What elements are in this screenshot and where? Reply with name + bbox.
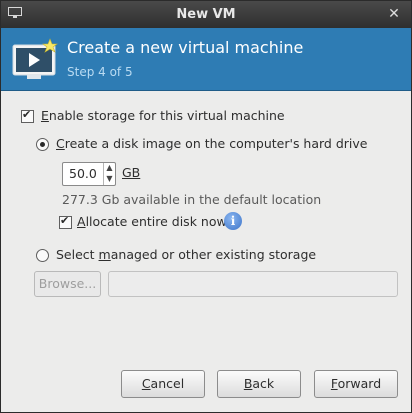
window-title: New VM [176,7,236,22]
size-unit-label: GB [122,165,141,180]
storage-path-input[interactable] [108,271,398,297]
allocate-disk-label[interactable]: Allocate entire disk now [77,214,227,229]
available-space-text: 277.3 Gb available in the default locati… [62,192,322,207]
create-disk-label[interactable]: Create a disk image on the computer's ha… [56,136,367,151]
cancel-button[interactable]: Cancel [121,370,205,398]
spin-down-icon[interactable]: ▼ [105,174,114,184]
create-disk-radio[interactable] [36,138,49,151]
new-vm-dialog: New VM ✕ Create a new virtual machine St… [0,0,412,413]
virtual-machine-play-icon [12,38,58,79]
enable-storage-checkbox[interactable] [21,108,34,123]
disk-size-stepper[interactable]: 50.0 ▲ ▼ [62,162,116,186]
managed-storage-radio[interactable] [36,249,49,262]
info-icon[interactable]: i [224,212,242,230]
allocate-disk-checkbox[interactable] [59,214,72,229]
close-icon[interactable]: ✕ [385,5,403,23]
forward-button[interactable]: Forward [314,370,398,398]
spin-up-icon[interactable]: ▲ [105,163,114,173]
enable-storage-label[interactable]: Enable storage for this virtual machine [41,108,285,123]
header-banner: Create a new virtual machine Step 4 of 5 [1,28,411,91]
back-button[interactable]: Back [217,370,301,398]
page-title: Create a new virtual machine [67,38,304,57]
step-indicator: Step 4 of 5 [67,65,133,79]
title-bar[interactable]: New VM ✕ [1,1,411,28]
managed-storage-label[interactable]: Select managed or other existing storage [56,247,316,262]
disk-size-value[interactable]: 50.0 [69,166,97,181]
browse-button[interactable]: Browse... [34,271,101,297]
